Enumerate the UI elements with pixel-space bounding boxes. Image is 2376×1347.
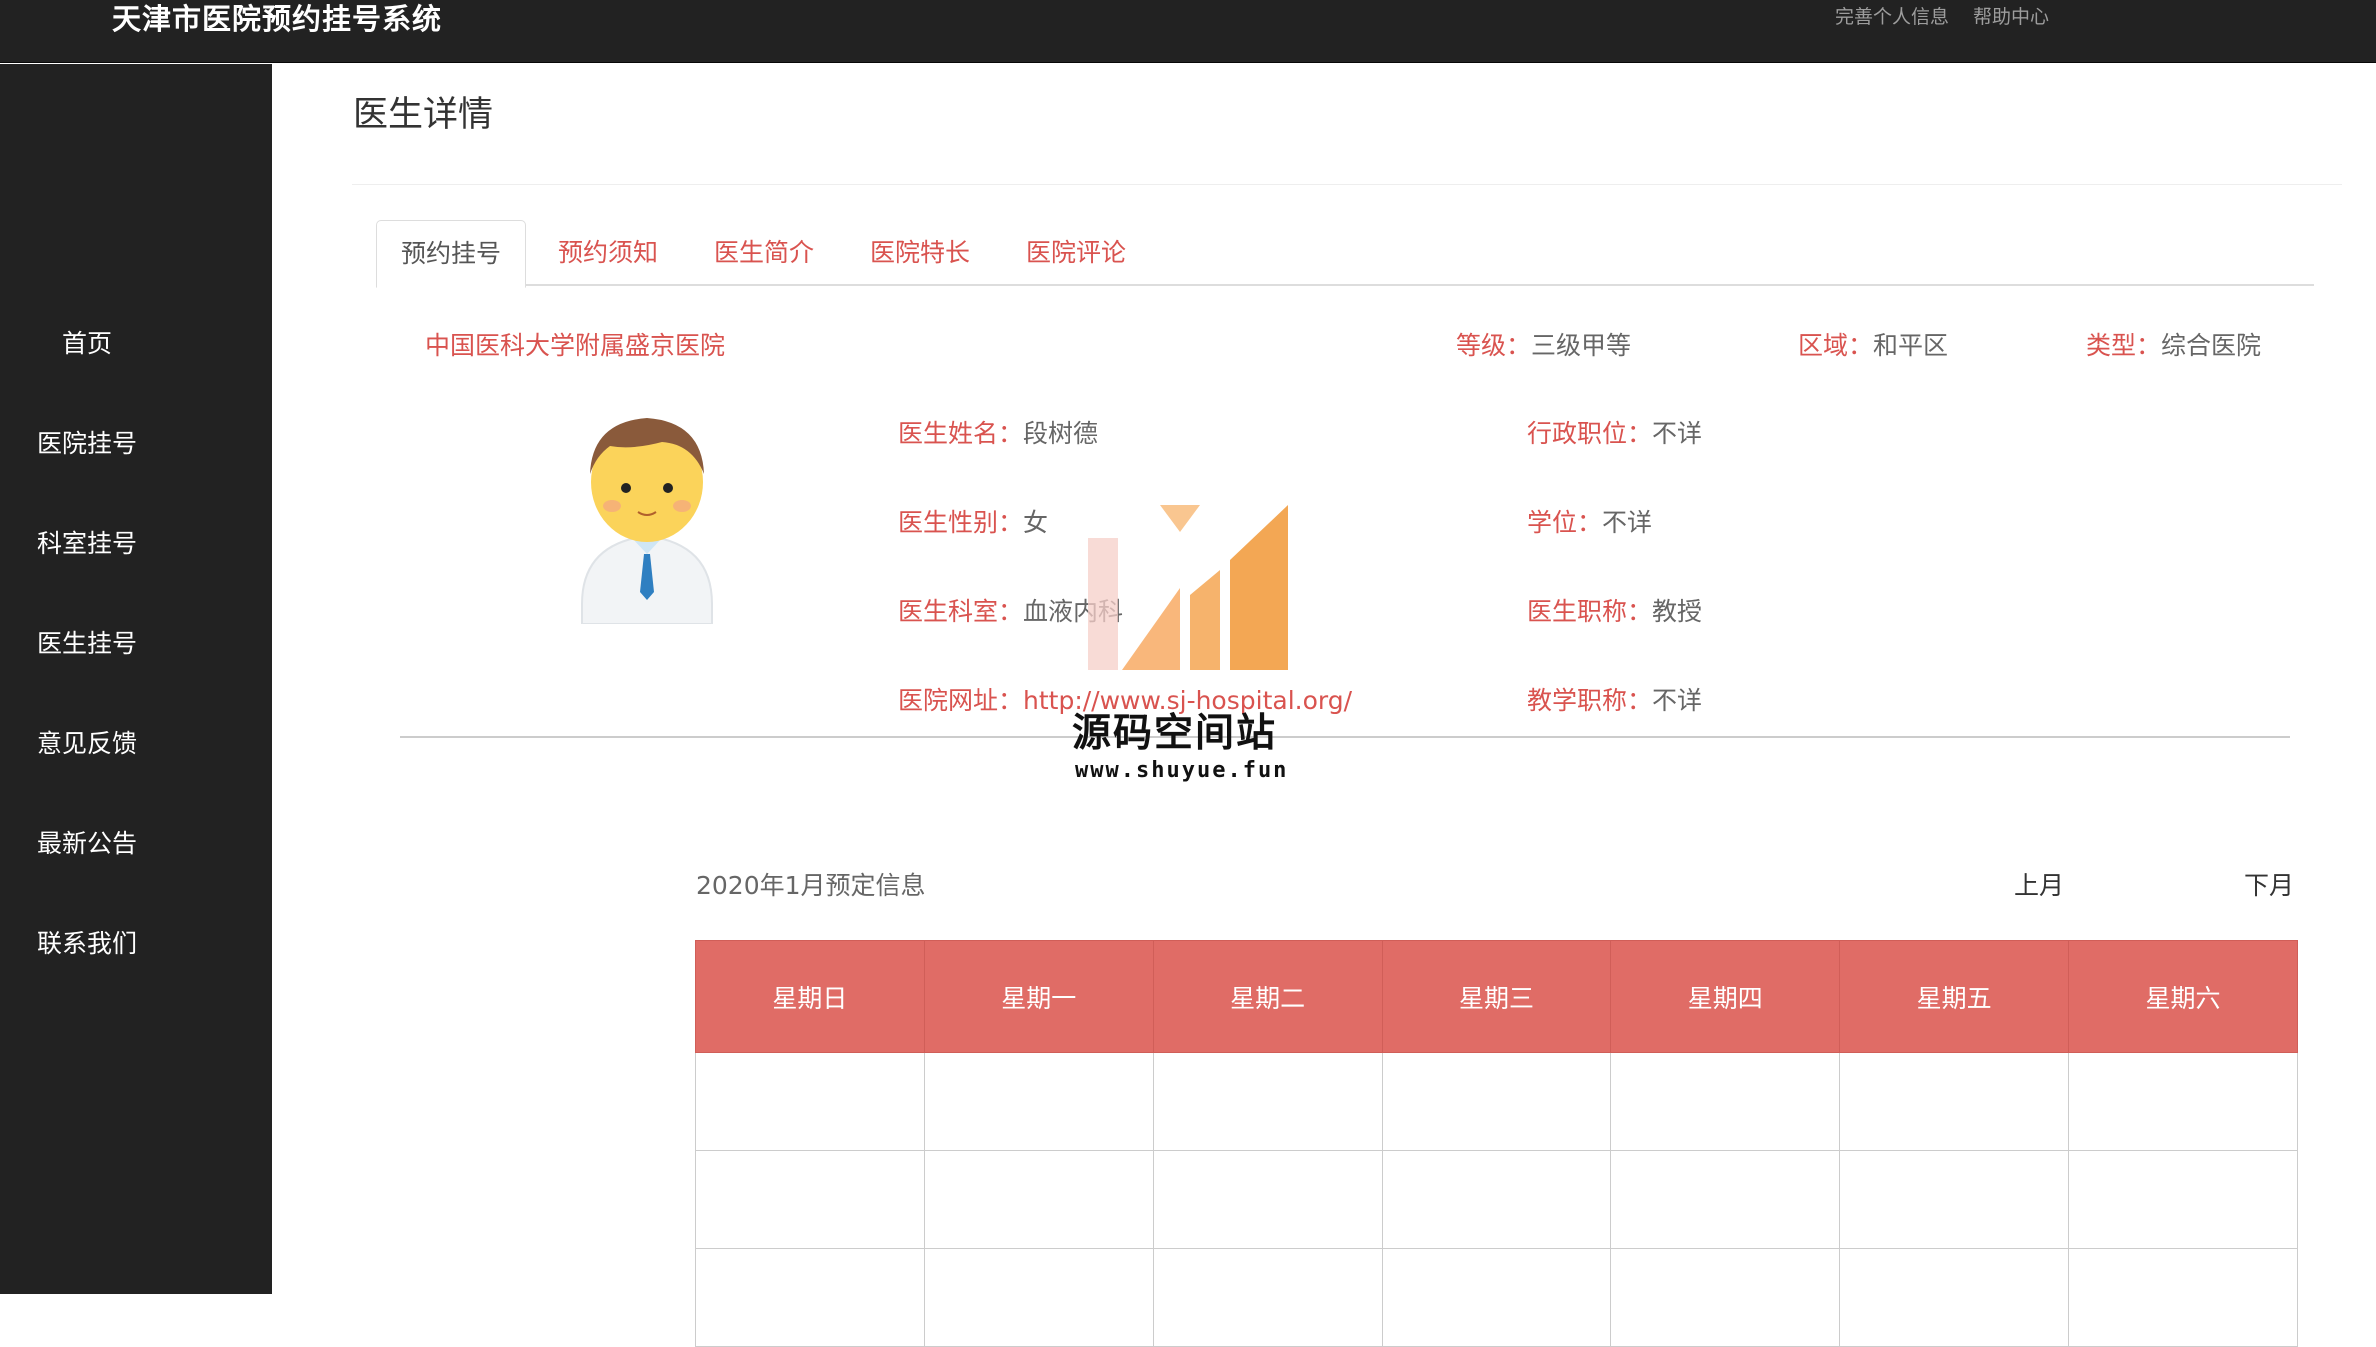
calendar-cell[interactable] xyxy=(923,1150,1154,1249)
calendar-row xyxy=(695,1248,2298,1347)
calendar-cell[interactable] xyxy=(695,1052,925,1151)
sidebar-item-announcements[interactable]: 最新公告 xyxy=(0,814,272,874)
calendar-title: 2020年1月预定信息 xyxy=(696,871,926,900)
main-content: 医生详情 预约挂号 预约须知 医生简介 医院特长 医院评论 中国医科大学附属盛京… xyxy=(272,64,2376,1347)
weekday-header: 星期二 xyxy=(1152,940,1383,1053)
calendar-cell[interactable] xyxy=(1152,1150,1383,1249)
next-month-button[interactable]: 下月 xyxy=(2244,866,2294,902)
doctor-admin-position: 行政职位：不详 xyxy=(1527,419,1703,448)
calendar-cell[interactable] xyxy=(695,1248,925,1347)
calendar-cell[interactable] xyxy=(1610,1052,1841,1151)
doctor-degree: 学位：不详 xyxy=(1527,508,1653,537)
watermark-url: www.shuyue.fun xyxy=(1075,758,1289,783)
calendar-cell[interactable] xyxy=(923,1248,1154,1347)
tab-hospital-reviews[interactable]: 医院评论 xyxy=(1026,220,1126,288)
sidebar-item-hospital[interactable]: 医院挂号 xyxy=(0,414,272,474)
calendar-cell[interactable] xyxy=(1381,1150,1612,1249)
weekday-header: 星期四 xyxy=(1610,940,1841,1053)
sidebar-item-doctor[interactable]: 医生挂号 xyxy=(0,614,272,674)
tab-notice[interactable]: 预约须知 xyxy=(558,220,658,288)
calendar-cell[interactable] xyxy=(1839,1150,2070,1249)
weekday-header: 星期五 xyxy=(1839,940,2070,1053)
sidebar-item-feedback[interactable]: 意见反馈 xyxy=(0,714,272,774)
app-title[interactable]: 天津市医院预约挂号系统 xyxy=(112,0,442,38)
doctor-title: 医生职称：教授 xyxy=(1527,597,1703,626)
page-title: 医生详情 xyxy=(353,95,494,135)
calendar-cell[interactable] xyxy=(1610,1248,1841,1347)
doctor-avatar-icon xyxy=(581,418,713,624)
weekday-header: 星期六 xyxy=(2068,940,2298,1053)
sidebar-item-department[interactable]: 科室挂号 xyxy=(0,514,272,574)
calendar-cell[interactable] xyxy=(1152,1052,1383,1151)
info-divider xyxy=(400,736,2290,738)
calendar-cell[interactable] xyxy=(2068,1150,2298,1249)
calendar-cell[interactable] xyxy=(1839,1052,2070,1151)
calendar-cell[interactable] xyxy=(923,1052,1154,1151)
calendar-row xyxy=(695,1150,2298,1249)
hospital-region: 区域：和平区 xyxy=(1798,331,1949,360)
hospital-type: 类型：综合医院 xyxy=(2086,331,2262,360)
top-navbar: 天津市医院预约挂号系统 完善个人信息 帮助中心 xyxy=(0,0,2376,63)
calendar-cell[interactable] xyxy=(2068,1248,2298,1347)
calendar-cell[interactable] xyxy=(695,1150,925,1249)
calendar-cell[interactable] xyxy=(1381,1248,1612,1347)
calendar-cell[interactable] xyxy=(1152,1248,1383,1347)
doctor-teaching-title: 教学职称：不详 xyxy=(1527,686,1703,715)
tab-appointment[interactable]: 预约挂号 xyxy=(376,220,527,288)
weekday-header: 星期三 xyxy=(1381,940,1612,1053)
tab-hospital-specialty[interactable]: 医院特长 xyxy=(870,220,970,288)
prev-month-button[interactable]: 上月 xyxy=(2014,866,2064,902)
weekday-header: 星期日 xyxy=(695,940,925,1053)
profile-link[interactable]: 完善个人信息 xyxy=(1835,2,1949,29)
calendar-cell[interactable] xyxy=(1381,1052,1612,1151)
sidebar-item-contact[interactable]: 联系我们 xyxy=(0,914,272,974)
help-link[interactable]: 帮助中心 xyxy=(1973,2,2049,29)
doctor-gender: 医生性别：女 xyxy=(898,508,1049,537)
calendar-cell[interactable] xyxy=(1839,1248,2070,1347)
sidebar-item-home[interactable]: 首页 xyxy=(0,314,272,374)
tab-doctor-intro[interactable]: 医生简介 xyxy=(714,220,814,288)
weekday-header: 星期一 xyxy=(923,940,1154,1053)
doctor-name: 医生姓名：段树德 xyxy=(898,419,1099,448)
hospital-level: 等级：三级甲等 xyxy=(1456,331,1632,360)
calendar-row xyxy=(695,1052,2298,1151)
title-divider xyxy=(352,184,2342,185)
booking-calendar: 星期日 星期一 星期二 星期三 星期四 星期五 星期六 xyxy=(695,940,2298,1347)
sidebar: 首页 医院挂号 科室挂号 医生挂号 意见反馈 最新公告 联系我们 xyxy=(0,64,272,1294)
tab-bar: 预约挂号 预约须知 医生简介 医院特长 医院评论 xyxy=(376,220,2314,288)
hospital-name[interactable]: 中国医科大学附属盛京医院 xyxy=(425,326,725,362)
top-links: 完善个人信息 帮助中心 xyxy=(1835,2,2049,29)
calendar-cell[interactable] xyxy=(2068,1052,2298,1151)
watermark-text: 源码空间站 xyxy=(1072,711,1278,756)
calendar-cell[interactable] xyxy=(1610,1150,1841,1249)
